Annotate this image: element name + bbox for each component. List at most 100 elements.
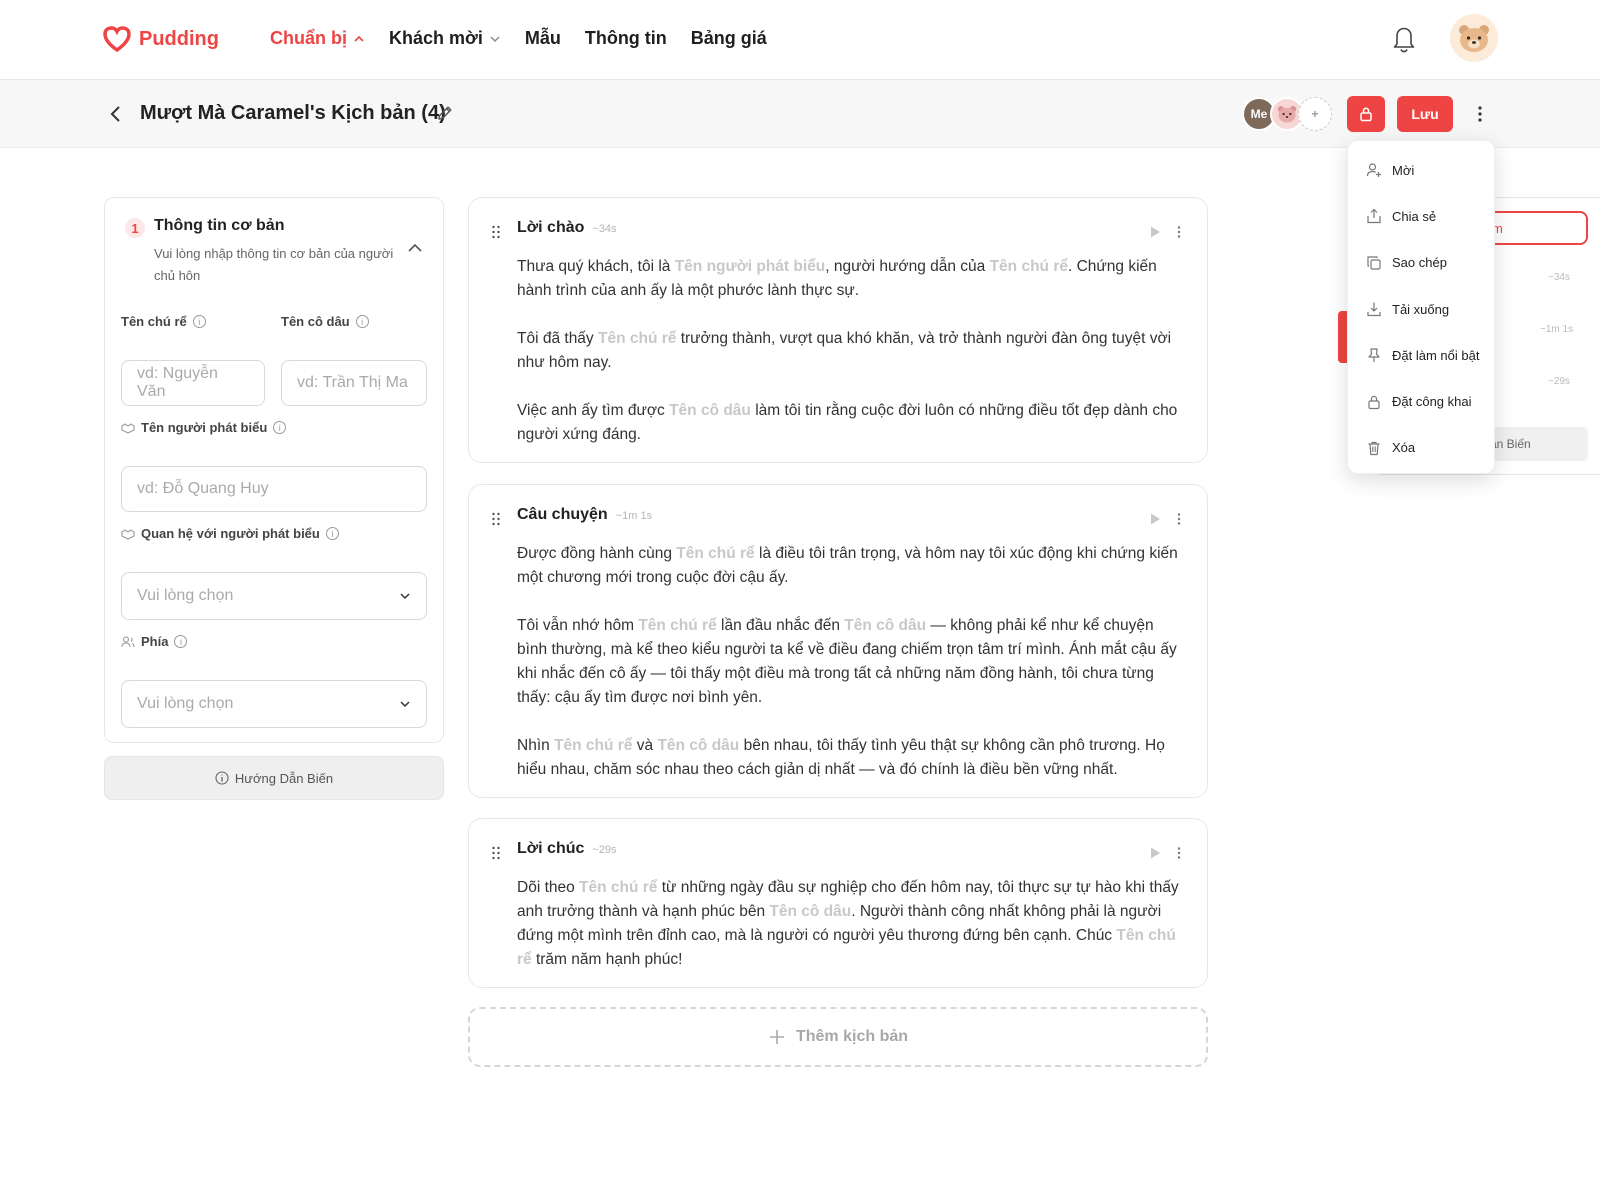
more-vertical-icon[interactable] (1176, 846, 1182, 860)
main-nav: Chuẩn bị Khách mời Mẫu Thông tin Bảng gi… (270, 28, 767, 49)
info-icon[interactable]: i (174, 635, 188, 648)
more-vertical-icon[interactable] (1472, 102, 1488, 126)
bell-icon[interactable] (1390, 24, 1418, 54)
menu-item-invite[interactable]: Mời (1348, 147, 1494, 193)
info-icon[interactable]: i (192, 315, 206, 328)
script-body[interactable]: Thưa quý khách, tôi là Tên người phát bi… (517, 255, 1187, 447)
back-arrow-icon[interactable] (108, 103, 124, 125)
script-paragraph: Được đồng hành cùng Tên chú rể là điều t… (517, 542, 1187, 590)
drag-handle-icon[interactable] (491, 225, 501, 239)
script-body[interactable]: Dõi theo Tên chú rể từ những ngày đầu sự… (517, 876, 1187, 972)
lock-icon (1368, 395, 1380, 409)
relation-select[interactable]: Vui lòng chọn (121, 572, 427, 620)
script-text: trăm năm hạnh phúc! (531, 951, 683, 968)
variable-placeholder: Tên chú rể (598, 330, 677, 347)
menu-label: Xóa (1392, 440, 1416, 456)
chevron-down-icon (400, 593, 410, 600)
download-icon (1367, 302, 1381, 317)
script-duration: ~29s (592, 844, 617, 856)
nav-item-guests[interactable]: Khách mời (389, 28, 501, 49)
info-icon[interactable]: i (273, 421, 287, 434)
select-value: Vui lòng chọn (137, 695, 234, 712)
script-text: Được đồng hành cùng (517, 545, 677, 562)
add-collaborator-button[interactable]: + (1298, 97, 1332, 131)
add-script-button[interactable]: Thêm kịch bản (468, 1007, 1208, 1067)
info-icon[interactable]: i (355, 315, 369, 328)
handshake-icon (121, 528, 135, 540)
menu-label: Chia sẻ (1392, 208, 1437, 224)
nav-item-prepare[interactable]: Chuẩn bị (270, 28, 365, 49)
user-avatar[interactable] (1450, 14, 1498, 62)
top-navigation: Pudding Chuẩn bị Khách mời Mẫu Thông tin… (0, 0, 1600, 80)
side-select[interactable]: Vui lòng chọn (121, 680, 427, 728)
chevron-up-icon (354, 35, 364, 42)
nav-item-pricing[interactable]: Bảng giá (691, 28, 767, 49)
lock-button[interactable] (1347, 96, 1385, 132)
script-text: Tôi đã thấy (517, 330, 598, 347)
add-script-label: Thêm kịch bản (795, 1028, 909, 1045)
menu-item-download[interactable]: Tải xuống (1348, 286, 1494, 332)
script-duration: ~1m 1s (615, 510, 653, 522)
save-button[interactable]: Lưu (1397, 96, 1453, 132)
menu-item-copy[interactable]: Sao chép (1348, 240, 1494, 286)
nav-label: Chuẩn bị (270, 28, 347, 48)
script-paragraph: Tôi vẫn nhớ hôm Tên chú rể lần đầu nhắc … (517, 614, 1187, 710)
nav-item-templates[interactable]: Mẫu (525, 28, 561, 49)
drag-handle-icon[interactable] (491, 512, 501, 526)
script-title: Câu chuyện ~1m 1s (517, 506, 652, 524)
variable-placeholder: Tên chú rể (676, 545, 755, 562)
groom-name-input[interactable]: vd: Nguyễn Văn (121, 360, 265, 406)
script-title-text: Câu chuyện (517, 506, 608, 523)
play-icon[interactable] (1148, 846, 1162, 860)
menu-label: Sao chép (1392, 255, 1447, 271)
drag-handle-icon[interactable] (491, 846, 501, 860)
script-paragraph: Tôi đã thấy Tên chú rể trưởng thành, vượ… (517, 327, 1187, 375)
menu-item-make-public[interactable]: Đặt công khai (1348, 378, 1494, 424)
variable-placeholder: Tên người phát biểu (674, 258, 826, 275)
outline-duration: ~34s (1548, 272, 1570, 283)
more-vertical-icon[interactable] (1176, 512, 1182, 526)
chevron-down-icon (490, 36, 500, 42)
outline-duration: ~1m 1s (1540, 324, 1574, 335)
label-text: Phía (141, 634, 169, 649)
label-text: Tên cô dâu (281, 314, 350, 329)
script-card[interactable]: Lời chào ~34s Thưa quý khách, tôi là Tên n… (468, 197, 1208, 463)
pencil-icon[interactable] (436, 104, 454, 122)
variable-guide-button[interactable]: Hướng Dẫn Biến (104, 756, 444, 800)
speaker-name-input[interactable]: vd: Đỗ Quang Huy (121, 466, 427, 512)
menu-item-delete[interactable]: Xóa (1348, 425, 1494, 471)
more-vertical-icon[interactable] (1176, 225, 1182, 239)
heart-logo-icon (103, 26, 131, 52)
variable-placeholder: Tên chú rể (554, 737, 633, 754)
bear-avatar-icon (1277, 106, 1297, 123)
script-paragraph: Dõi theo Tên chú rể từ những ngày đầu sự… (517, 876, 1187, 972)
script-text: Thưa quý khách, tôi là (517, 258, 675, 275)
script-duration: ~34s (592, 223, 617, 235)
script-paragraph: Thưa quý khách, tôi là Tên người phát bi… (517, 255, 1187, 303)
nav-label: Thông tin (584, 28, 667, 48)
info-circle-icon (215, 771, 229, 785)
copy-icon (1367, 256, 1381, 270)
more-actions-menu: Mời Chia sẻ Sao chép Tải xuống Đặt làm n… (1347, 140, 1495, 474)
script-text: Tôi vẫn nhớ hôm (517, 617, 639, 634)
collaborators: Me + (1242, 97, 1332, 131)
nav-item-info[interactable]: Thông tin (585, 28, 667, 49)
info-icon[interactable]: i (325, 527, 339, 540)
outline-duration: ~29s (1548, 376, 1570, 387)
brand-logo[interactable]: Pudding (103, 26, 219, 52)
page-title: Mượt Mà Caramel's Kịch bản (4) (140, 102, 446, 124)
script-card[interactable]: Lời chúc ~29s Dõi theo Tên chú rể từ những… (468, 818, 1208, 988)
script-text: Việc anh ấy tìm được (517, 402, 670, 419)
play-icon[interactable] (1148, 512, 1162, 526)
chevron-up-icon[interactable] (407, 242, 423, 254)
handshake-icon (121, 422, 135, 434)
play-icon[interactable] (1148, 225, 1162, 239)
script-body[interactable]: Được đồng hành cùng Tên chú rể là điều t… (517, 542, 1187, 782)
bride-name-label: Tên cô dâu i (281, 314, 369, 329)
bride-name-input[interactable]: vd: Trần Thị Ma (281, 360, 427, 406)
menu-item-share[interactable]: Chia sẻ (1348, 193, 1494, 239)
script-card[interactable]: Câu chuyện ~1m 1s Được đồng hành cùng Tên … (468, 484, 1208, 798)
script-text: lần đầu nhắc đến (716, 617, 845, 634)
menu-item-highlight[interactable]: Đặt làm nổi bật (1348, 332, 1494, 378)
nav-label: Khách mời (389, 28, 483, 48)
